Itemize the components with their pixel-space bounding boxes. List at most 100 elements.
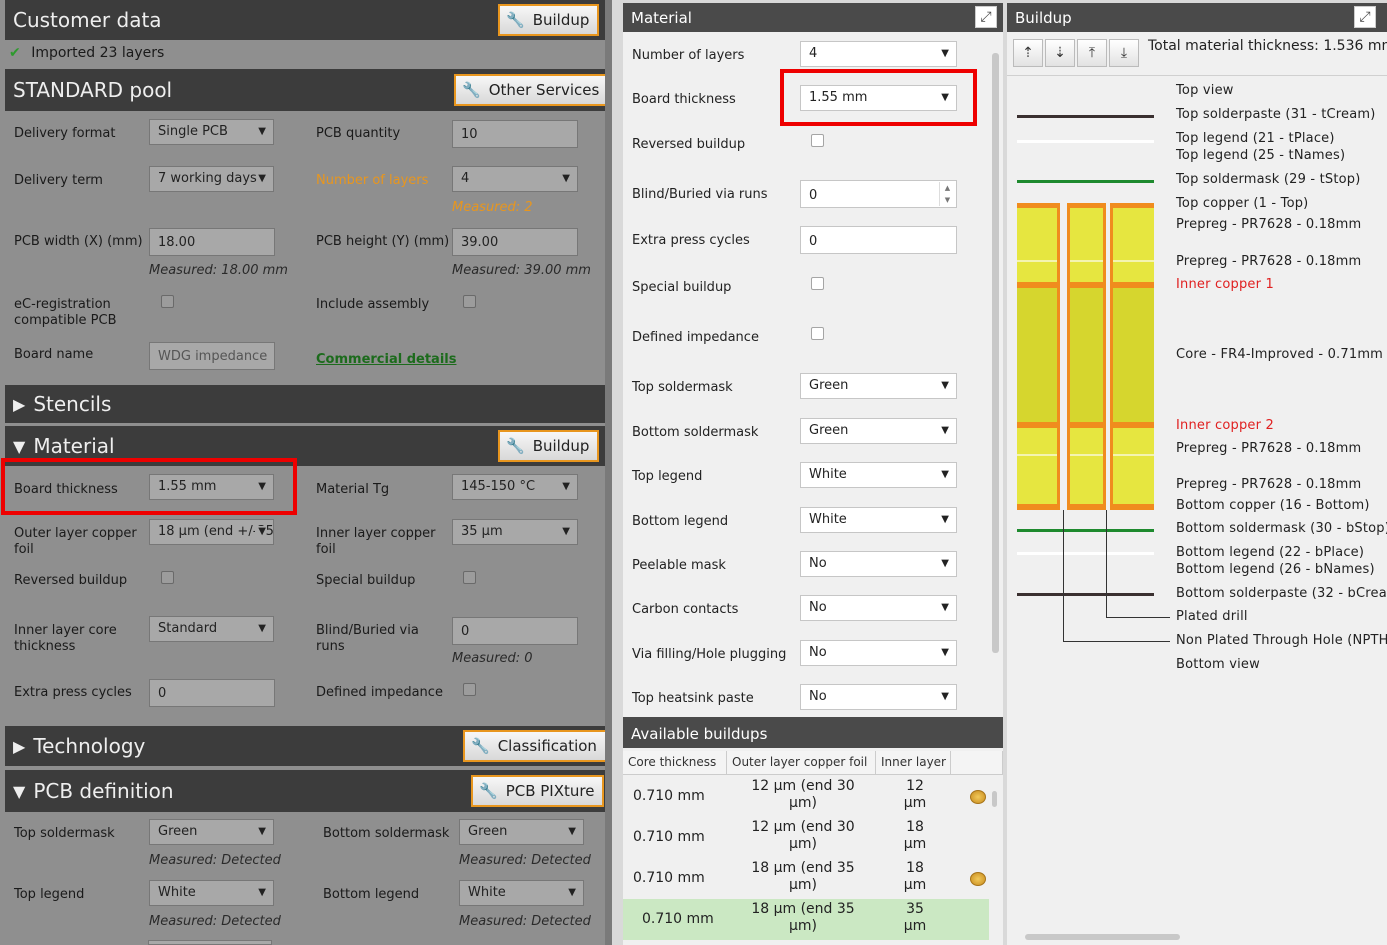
wrench-icon: 🔧 — [506, 437, 525, 455]
mat-reversed-buildup-label: Reversed buildup — [632, 137, 746, 152]
inner-core-label: Inner layer core thickness — [14, 623, 117, 655]
drill-plating-left — [1057, 203, 1060, 510]
board-name-input[interactable]: WDG impedance — [149, 342, 275, 370]
plated-drill-hole — [1060, 203, 1067, 510]
maximize-icon[interactable]: ⤢ — [975, 6, 997, 28]
table-row[interactable]: 0.710 mm 12 µm (end 30 µm) 12 µm — [623, 776, 989, 817]
ec-registration-checkbox[interactable] — [161, 295, 174, 308]
table-scrollbar[interactable] — [992, 791, 997, 807]
maximize-icon[interactable]: ⤢ — [1354, 6, 1376, 28]
pcb-quantity-input[interactable]: 10 — [452, 120, 578, 148]
mat-top-legend-value: White — [809, 467, 847, 482]
mat-via-filling-value: No — [809, 645, 827, 660]
left-scrollbar-track[interactable] — [605, 0, 612, 945]
mat-carbon-contacts-select[interactable]: No ▼ — [800, 595, 957, 621]
pcb-quantity-label: PCB quantity — [316, 126, 401, 141]
move-to-bottom-icon[interactable]: ⤓ — [1109, 39, 1139, 67]
pcb-height-label: PCB height (Y) (mm) — [316, 234, 450, 249]
pcb-height-input[interactable]: 39.00 — [452, 228, 578, 256]
dropdown-arrow-icon: ▼ — [258, 826, 266, 837]
inner-cell: 35 µm — [885, 901, 945, 935]
reversed-buildup-checkbox[interactable] — [161, 571, 174, 584]
customer-buildup-button[interactable]: 🔧 Buildup — [498, 4, 600, 36]
dropdown-arrow-icon: ▼ — [568, 887, 576, 898]
outer-copper-label-line1: Outer layer copper — [14, 526, 137, 541]
move-to-top-icon[interactable]: ⤒ — [1077, 39, 1107, 67]
blind-buried-input[interactable]: 0 — [452, 617, 578, 645]
outer-copper-select[interactable]: 18 µm (end +/-35 µm)▼ — [149, 519, 274, 545]
defined-impedance-checkbox[interactable] — [463, 683, 476, 696]
number-of-layers-select[interactable]: 4 ▼ — [452, 166, 578, 192]
layer-label-bottom-view: Bottom view — [1176, 657, 1260, 672]
include-assembly-checkbox[interactable] — [463, 295, 476, 308]
extra-press-input[interactable]: 0 — [149, 679, 275, 707]
material-buildup-label: Buildup — [532, 437, 590, 455]
mat-bottom-soldermask-select[interactable]: Green ▼ — [800, 418, 957, 444]
move-down-icon[interactable]: ⇣ — [1045, 39, 1075, 67]
mat-peelable-mask-select[interactable]: No ▼ — [800, 551, 957, 577]
top-soldermask-select[interactable]: Green ▼ — [149, 819, 274, 845]
move-up-icon[interactable]: ⇡ — [1013, 39, 1043, 67]
table-row[interactable]: 0.710 mm 18 µm (end 35 µm) 18 µm — [623, 858, 989, 899]
mat-extra-press-input[interactable]: 0 — [800, 226, 957, 254]
dropdown-arrow-icon: ▼ — [258, 173, 266, 184]
inner-cell-line1: 35 — [906, 901, 924, 917]
mat-top-heatsink-select[interactable]: No ▼ — [800, 684, 957, 710]
mat-top-soldermask-select[interactable]: Green ▼ — [800, 373, 957, 399]
mat-defined-impedance-checkbox[interactable] — [811, 327, 824, 340]
inner-core-select[interactable]: Standard ▼ — [149, 616, 274, 642]
pcb-width-input[interactable]: 18.00 — [149, 228, 275, 256]
classification-button[interactable]: 🔧 Classification — [463, 730, 607, 762]
mat-board-thickness-label: Board thickness — [632, 92, 736, 107]
col-outer-copper[interactable]: Outer layer copper foil — [727, 751, 876, 775]
col-inner-copper[interactable]: Inner layer c — [876, 751, 951, 775]
bottom-copper-layer — [1017, 504, 1154, 510]
special-buildup-checkbox[interactable] — [463, 571, 476, 584]
other-services-button[interactable]: 🔧 Other Services — [454, 74, 610, 106]
material-buildup-button[interactable]: 🔧 Buildup — [498, 430, 600, 462]
bottom-legend-select[interactable]: White ▼ — [459, 880, 584, 906]
mat-special-buildup-checkbox[interactable] — [811, 277, 824, 290]
delivery-format-select[interactable]: Single PCB ▼ — [149, 119, 274, 145]
mat-blind-buried-input[interactable]: 0 ▲ ▼ — [800, 180, 957, 208]
mat-reversed-buildup-checkbox[interactable] — [811, 134, 824, 147]
inner-copper-select[interactable]: 35 µm ▼ — [452, 519, 578, 545]
layer-label-prepreg-3: Prepreg - PR7628 - 0.18mm — [1176, 441, 1362, 456]
table-row[interactable]: 0.710 mm 12 µm (end 30 µm) 18 µm — [623, 817, 989, 858]
layer-label-top-solderpaste: Top solderpaste (31 - tCream) — [1176, 107, 1376, 122]
delivery-term-select[interactable]: 7 working days ▼ — [149, 166, 274, 192]
inner-cell-line2: µm — [903, 836, 927, 852]
mat-top-legend-select[interactable]: White ▼ — [800, 462, 957, 488]
dropdown-arrow-icon: ▼ — [258, 887, 266, 898]
pcb-pixture-button[interactable]: 🔧 PCB PIXture — [471, 775, 605, 807]
material-scrollbar[interactable] — [992, 53, 999, 653]
top-legend-select[interactable]: White ▼ — [149, 880, 274, 906]
buildup-hscrollbar[interactable] — [1025, 934, 1180, 940]
outer-cell-line1: 12 µm (end 30 — [751, 778, 855, 794]
import-status: ✔ Imported 23 layers — [9, 45, 164, 61]
mat-via-filling-select[interactable]: No ▼ — [800, 640, 957, 666]
outer-cell: 12 µm (end 30 µm) — [733, 819, 873, 853]
bottom-legend-line — [1017, 552, 1154, 555]
layer-label-prepreg-2: Prepreg - PR7628 - 0.18mm — [1176, 254, 1362, 269]
layer-label-top-view: Top view — [1176, 83, 1234, 98]
stencils-header[interactable]: ▶ Stencils — [5, 385, 606, 423]
dropdown-arrow-icon: ▼ — [562, 526, 570, 537]
material-tg-select[interactable]: 145-150 °C ▼ — [452, 474, 578, 500]
spinner-arrows-icon[interactable]: ▲ ▼ — [939, 182, 955, 206]
bottom-legend-measured: Measured: Detected — [459, 914, 591, 929]
mat-bottom-legend-select[interactable]: White ▼ — [800, 507, 957, 533]
top-soldermask-value: Green — [158, 824, 198, 839]
outer-cell: 12 µm (end 30 µm) — [733, 778, 873, 812]
commercial-details-link[interactable]: Commercial details — [316, 352, 456, 367]
material-panel-title: Material — [631, 9, 692, 27]
col-core-thickness[interactable]: Core thickness — [623, 751, 727, 775]
bottom-soldermask-value: Green — [468, 824, 508, 839]
mat-number-of-layers-select[interactable]: 4 ▼ — [800, 41, 957, 67]
table-row-selected[interactable]: 0.710 mm 18 µm (end 35 µm) 35 µm — [623, 899, 989, 940]
inner-core-label-line1: Inner layer core — [14, 623, 117, 638]
collapse-triangle-icon: ▼ — [13, 436, 26, 456]
drill-plating-right — [1067, 203, 1070, 510]
material-title: Material — [33, 434, 115, 458]
bottom-soldermask-select[interactable]: Green ▼ — [459, 819, 584, 845]
